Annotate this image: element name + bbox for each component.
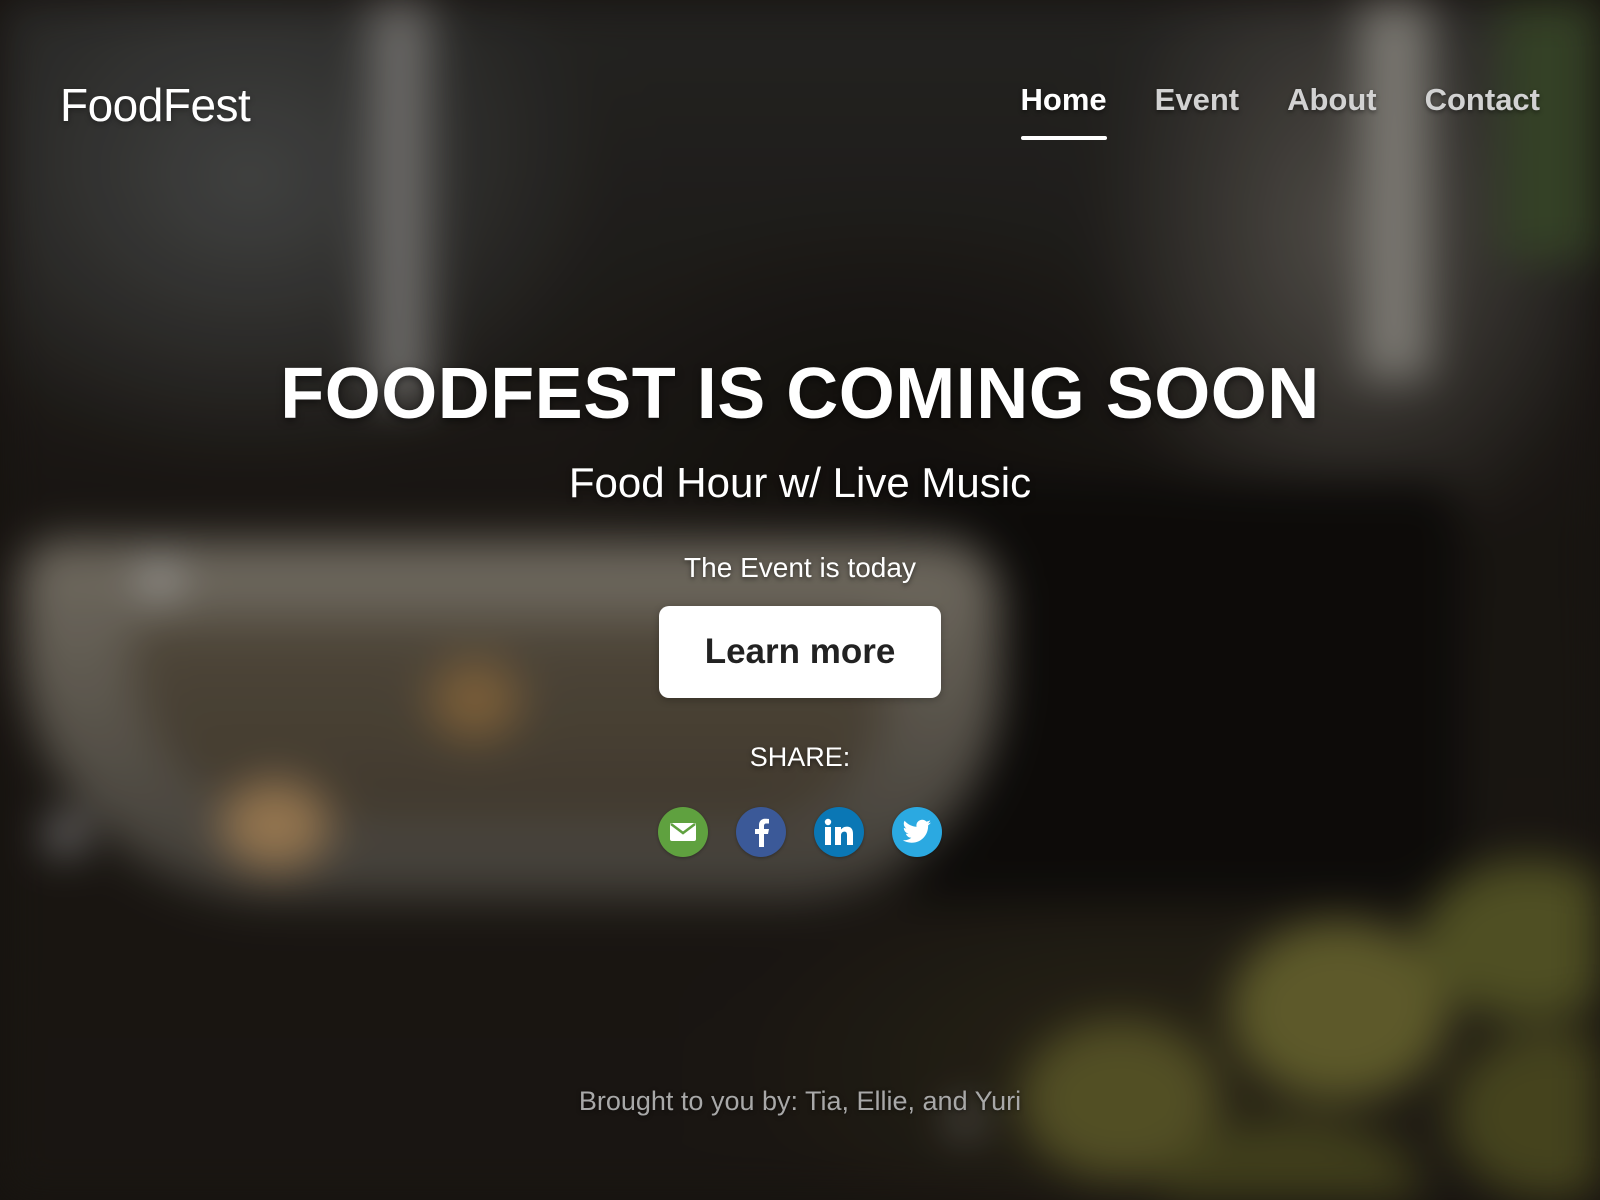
footer-credits: Brought to you by: Tia, Ellie, and Yuri (578, 1086, 1022, 1116)
learn-more-button[interactable]: Learn more (659, 606, 941, 698)
email-share-button[interactable] (658, 807, 708, 857)
hero-subtitle: Food Hour w/ Live Music (568, 459, 1032, 506)
share-icons (0, 807, 1600, 857)
twitter-icon (902, 819, 931, 843)
nav-event-link[interactable]: Event (1155, 82, 1239, 140)
page: FoodFest Home Event About Contact FOODFE… (0, 0, 1600, 1200)
hero-title: FOODFEST IS COMING SOON (280, 354, 1320, 434)
main-nav: Home Event About Contact (973, 82, 1540, 140)
linkedin-icon (824, 818, 853, 845)
nav-contact-link[interactable]: Contact (1425, 82, 1540, 140)
facebook-icon (755, 818, 769, 847)
linkedin-share-button[interactable] (814, 807, 864, 857)
event-date-text: The Event is today (684, 552, 916, 583)
hero-section: FOODFEST IS COMING SOON Food Hour w/ Liv… (0, 358, 1600, 857)
site-logo[interactable]: FoodFest (60, 78, 251, 132)
share-label: SHARE: (749, 742, 851, 772)
nav-about-link[interactable]: About (1287, 82, 1377, 140)
facebook-share-button[interactable] (736, 807, 786, 857)
nav-home-link[interactable]: Home (1020, 82, 1107, 140)
twitter-share-button[interactable] (892, 807, 942, 857)
email-icon (670, 823, 696, 841)
